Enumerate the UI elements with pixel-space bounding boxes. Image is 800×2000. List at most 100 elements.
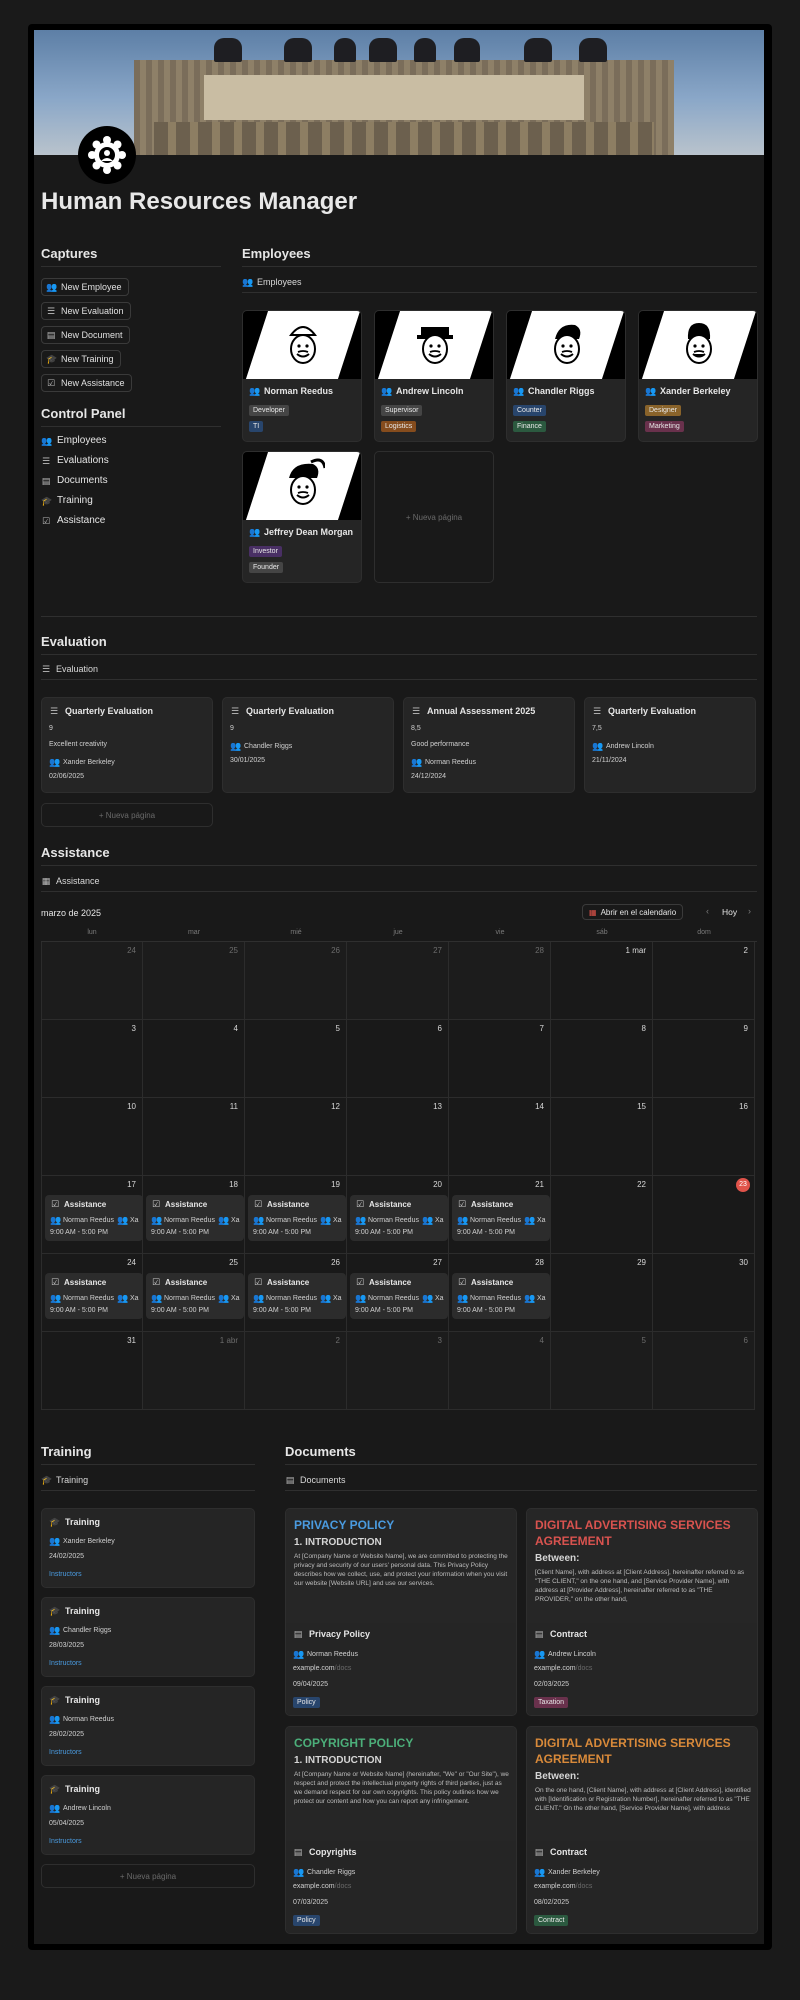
capture-button-new-assistance[interactable]: ☑ New Assistance: [41, 374, 132, 392]
calendar-day[interactable]: 6: [653, 1332, 755, 1410]
calendar-day[interactable]: 3: [41, 1020, 143, 1098]
calendar-day[interactable]: 5: [245, 1020, 347, 1098]
employee-card[interactable]: 👥 Jeffrey Dean Morgan Investor Founder: [242, 451, 362, 583]
training-card[interactable]: 🎓 Training 👥 Chandler Riggs 28/03/2025 Instru…: [41, 1597, 255, 1677]
calendar-day[interactable]: 31: [41, 1332, 143, 1410]
employee-card[interactable]: 👥 Andrew Lincoln Supervisor Logistics: [374, 310, 494, 442]
assistance-event[interactable]: ☑ Assistance 👥 Norman Reedus 👥 Xa 9:00 AM - 5:…: [146, 1195, 244, 1241]
assistance-event[interactable]: ☑ Assistance 👥 Norman Reedus 👥 Xa 9:00 AM - 5:…: [146, 1273, 244, 1319]
calendar-day[interactable]: 25 ☑ Assistance 👥 Norman Reedus 👥 Xa 9:00 AM - …: [143, 1254, 245, 1332]
new-training-page-button[interactable]: + Nueva página: [41, 1864, 255, 1888]
document-card[interactable]: DIGITAL ADVERTISING SERVICES AGREEMENT Be…: [526, 1726, 758, 1934]
calendar-day[interactable]: 24 ☑ Assistance 👥 Norman Reedus 👥 Xa 9:00 AM - …: [41, 1254, 143, 1332]
calendar-day[interactable]: 16: [653, 1098, 755, 1176]
calendar-day[interactable]: 10: [41, 1098, 143, 1176]
document-url[interactable]: example.com/docs: [293, 1665, 351, 1672]
assistance-event[interactable]: ☑ Assistance 👥 Norman Reedus 👥 Xa 9:00 AM - 5:…: [350, 1273, 448, 1319]
assistance-event[interactable]: ☑ Assistance 👥 Norman Reedus 👥 Xa 9:00 AM - 5:…: [45, 1195, 143, 1241]
document-card[interactable]: DIGITAL ADVERTISING SERVICES AGREEMENT Be…: [526, 1508, 758, 1716]
today-button[interactable]: Hoy: [722, 907, 737, 917]
calendar-day[interactable]: 14: [449, 1098, 551, 1176]
calendar-day[interactable]: 24: [41, 942, 143, 1020]
evaluation-card[interactable]: ☰ Annual Assessment 2025 8,5 Good performan…: [403, 697, 575, 793]
calendar-day[interactable]: 28 ☑ Assistance 👥 Norman Reedus 👥 Xa 9:00 AM - …: [449, 1254, 551, 1332]
calendar-day[interactable]: 12: [245, 1098, 347, 1176]
evaluation-card[interactable]: ☰ Quarterly Evaluation 9 Excellent creativi…: [41, 697, 213, 793]
calendar-day[interactable]: 15: [551, 1098, 653, 1176]
calendar-day[interactable]: 25: [143, 942, 245, 1020]
day-number: 5: [335, 1024, 340, 1033]
document-card[interactable]: PRIVACY POLICY 1. INTRODUCTION At [Company…: [285, 1508, 517, 1716]
document-url[interactable]: example.com/docs: [534, 1883, 592, 1890]
calendar-day[interactable]: 20 ☑ Assistance 👥 Norman Reedus 👥 Xa 9:00 AM - …: [347, 1176, 449, 1254]
calendar-day[interactable]: 1 mar: [551, 942, 653, 1020]
calendar-day[interactable]: 2: [245, 1332, 347, 1410]
calendar-day[interactable]: 1 abr: [143, 1332, 245, 1410]
assistance-event[interactable]: ☑ Assistance 👥 Norman Reedus 👥 Xa 9:00 AM - 5:…: [45, 1273, 143, 1319]
open-calendar-button[interactable]: ▦ Abrir en el calendario: [582, 904, 684, 920]
document-url[interactable]: example.com/docs: [293, 1883, 351, 1890]
next-month-icon[interactable]: ›: [748, 906, 751, 916]
assistance-event[interactable]: ☑ Assistance 👥 Norman Reedus 👥 Xa 9:00 AM - 5:…: [452, 1195, 550, 1241]
calendar-day[interactable]: 13: [347, 1098, 449, 1176]
calendar-day[interactable]: 6: [347, 1020, 449, 1098]
calendar-day[interactable]: 5: [551, 1332, 653, 1410]
calendar-day[interactable]: 9: [653, 1020, 755, 1098]
calendar-day[interactable]: 27: [347, 942, 449, 1020]
training-card[interactable]: 🎓 Training 👥 Andrew Lincoln 05/04/2025 Instru…: [41, 1775, 255, 1855]
calendar-day[interactable]: 26 ☑ Assistance 👥 Norman Reedus 👥 Xa 9:00 AM - …: [245, 1254, 347, 1332]
calendar-day[interactable]: 4: [449, 1332, 551, 1410]
calendar-day[interactable]: 27 ☑ Assistance 👥 Norman Reedus 👥 Xa 9:00 AM - …: [347, 1254, 449, 1332]
assistance-event[interactable]: ☑ Assistance 👥 Norman Reedus 👥 Xa 9:00 AM - 5:…: [248, 1273, 346, 1319]
prev-month-icon[interactable]: ‹: [706, 906, 709, 916]
employee-card[interactable]: 👥 Xander Berkeley Designer Marketing: [638, 310, 758, 442]
employees-view-tab[interactable]: 👥 Employees: [242, 277, 302, 287]
training-card[interactable]: 🎓 Training 👥 Xander Berkeley 24/02/2025 Instr…: [41, 1508, 255, 1588]
control-panel-item-evaluations[interactable]: ☰ Evaluations: [41, 455, 109, 466]
calendar-day[interactable]: 19 ☑ Assistance 👥 Norman Reedus 👥 Xa 9:00 AM - …: [245, 1176, 347, 1254]
day-number: 5: [641, 1336, 646, 1345]
calendar-day[interactable]: 22: [551, 1176, 653, 1254]
calendar-day[interactable]: 21 ☑ Assistance 👥 Norman Reedus 👥 Xa 9:00 AM - …: [449, 1176, 551, 1254]
calendar-day[interactable]: 30: [653, 1254, 755, 1332]
document-url[interactable]: example.com/docs: [534, 1665, 592, 1672]
day-number: 3: [437, 1336, 442, 1345]
calendar-day[interactable]: 26: [245, 942, 347, 1020]
training-view-tab[interactable]: 🎓 Training: [41, 1475, 88, 1485]
calendar-day[interactable]: 23: [653, 1176, 755, 1254]
calendar-day[interactable]: 18 ☑ Assistance 👥 Norman Reedus 👥 Xa 9:00 AM - …: [143, 1176, 245, 1254]
assistance-view-tab[interactable]: ▦ Assistance: [41, 876, 100, 886]
evaluation-card[interactable]: ☰ Quarterly Evaluation 7,5 👥 Andrew Lincoln 2…: [584, 697, 756, 793]
assistance-event[interactable]: ☑ Assistance 👥 Norman Reedus 👥 Xa 9:00 AM - 5:…: [350, 1195, 448, 1241]
capture-button-new-document[interactable]: ▤ New Document: [41, 326, 130, 344]
evaluation-title: ☰ Annual Assessment 2025: [411, 706, 535, 716]
training-card[interactable]: 🎓 Training 👥 Norman Reedus 28/02/2025 Instruc…: [41, 1686, 255, 1766]
capture-button-new-training[interactable]: 🎓 New Training: [41, 350, 121, 368]
capture-button-new-evaluation[interactable]: ☰ New Evaluation: [41, 302, 131, 320]
new-employee-page-button[interactable]: + Nueva página: [374, 451, 494, 583]
calendar-day[interactable]: 2: [653, 942, 755, 1020]
evaluation-view-tab[interactable]: ☰ Evaluation: [41, 664, 98, 674]
calendar-day[interactable]: 28: [449, 942, 551, 1020]
control-panel-item-documents[interactable]: ▤ Documents: [41, 475, 108, 486]
calendar-day[interactable]: 7: [449, 1020, 551, 1098]
evaluation-card[interactable]: ☰ Quarterly Evaluation 9 👥 Chandler Riggs 30/…: [222, 697, 394, 793]
calendar-day[interactable]: 11: [143, 1098, 245, 1176]
control-panel-item-assistance[interactable]: ☑ Assistance: [41, 515, 105, 526]
calendar-day[interactable]: 4: [143, 1020, 245, 1098]
capture-button-new-employee[interactable]: 👥 New Employee: [41, 278, 129, 296]
calendar-day[interactable]: 17 ☑ Assistance 👥 Norman Reedus 👥 Xa 9:00 AM - …: [41, 1176, 143, 1254]
assistance-event[interactable]: ☑ Assistance 👥 Norman Reedus 👥 Xa 9:00 AM - 5:…: [248, 1195, 346, 1241]
new-evaluation-page-button[interactable]: + Nueva página: [41, 803, 213, 827]
documents-view-tab[interactable]: ▤ Documents: [285, 1475, 346, 1485]
document-card[interactable]: COPYRIGHT POLICY 1. INTRODUCTION At [Compa…: [285, 1726, 517, 1934]
employee-card[interactable]: 👥 Norman Reedus Developer TI: [242, 310, 362, 442]
assistance-event[interactable]: ☑ Assistance 👥 Norman Reedus 👥 Xa 9:00 AM - 5:…: [452, 1273, 550, 1319]
control-panel-item-training[interactable]: 🎓 Training: [41, 495, 93, 506]
calendar-day[interactable]: 29: [551, 1254, 653, 1332]
employee-card[interactable]: 👥 Chandler Riggs Counter Finance: [506, 310, 626, 442]
gear-people-icon[interactable]: [78, 126, 136, 184]
calendar-day[interactable]: 8: [551, 1020, 653, 1098]
control-panel-item-employees[interactable]: 👥 Employees: [41, 435, 106, 446]
calendar-day[interactable]: 3: [347, 1332, 449, 1410]
